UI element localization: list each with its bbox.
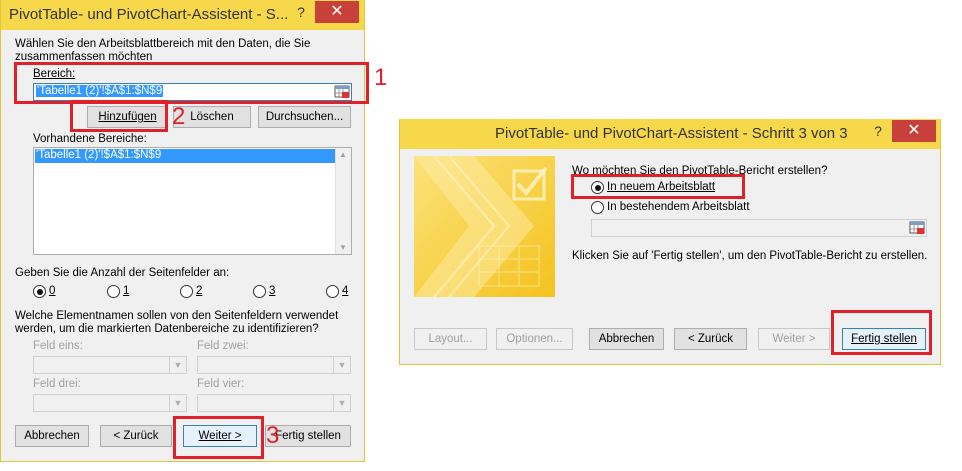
browse-button[interactable]: Durchsuchen... <box>258 106 351 128</box>
options-button-label: Optionen... <box>506 333 563 345</box>
back-button-label: < Zurück <box>113 430 159 442</box>
page-field-label-2: 2 <box>196 285 203 297</box>
field-three-combo[interactable]: ▼ <box>33 394 187 412</box>
page-field-radio-0[interactable] <box>33 285 46 298</box>
item-names-line-1: Welche Elementnamen sollen von den Seite… <box>15 310 339 322</box>
page-field-radio-1[interactable] <box>107 285 120 298</box>
field-one-combo[interactable]: ▼ <box>33 356 187 374</box>
page-field-label-4: 4 <box>342 285 349 297</box>
field-one-label: Feld eins: <box>33 340 83 352</box>
back-button[interactable]: < Zurück <box>100 425 172 447</box>
chevron-down-icon: ▼ <box>169 357 186 373</box>
next-button[interactable]: Weiter > <box>758 328 830 350</box>
back-button-label: < Zurück <box>687 333 734 345</box>
annotation-number-1: 1 <box>374 64 388 91</box>
highlight-box-next <box>173 416 264 459</box>
field-three-label: Feld drei: <box>33 378 81 390</box>
layout-button[interactable]: Layout... <box>414 328 487 350</box>
next-button-label: Weiter > <box>772 333 816 345</box>
dialog2-title-bar[interactable]: PivotTable- und PivotChart-Assistent - S… <box>400 119 940 149</box>
wizard-graphic <box>414 155 555 298</box>
highlight-box-finish <box>831 310 932 355</box>
instruction-line-1: Wählen Sie den Arbeitsblattbereich mit d… <box>15 38 311 50</box>
list-scrollbar[interactable]: ▲ ▼ <box>335 148 351 254</box>
dialog1-title-bar[interactable]: PivotTable- und PivotChart-Assistent - S… <box>1 0 364 30</box>
existing-sheet-radio[interactable] <box>591 201 604 214</box>
page-field-radio-3[interactable] <box>253 285 266 298</box>
item-names-line-2: werden, um die markierten Datenbereiche … <box>15 323 319 335</box>
list-item[interactable]: 'Tabelle1 (2)'!$A$1:$N$9 <box>35 149 335 163</box>
delete-range-button-label: Löschen <box>190 111 234 123</box>
chevron-down-icon: ▼ <box>333 395 350 411</box>
help-icon[interactable]: ? <box>868 120 888 142</box>
field-two-combo[interactable]: ▼ <box>197 356 351 374</box>
dialog1-title: PivotTable- und PivotChart-Assistent - S… <box>9 6 289 23</box>
page-field-label-0: 0 <box>49 285 56 297</box>
cancel-button[interactable]: Abbrechen <box>15 425 89 447</box>
range-picker-icon[interactable] <box>909 221 925 235</box>
highlight-box-range <box>14 62 369 104</box>
options-button[interactable]: Optionen... <box>496 328 573 350</box>
chevron-down-icon: ▼ <box>169 395 186 411</box>
highlight-box-add <box>70 100 168 132</box>
field-four-label: Feld vier: <box>197 378 245 390</box>
page-field-radio-2[interactable] <box>180 285 193 298</box>
field-four-combo[interactable]: ▼ <box>197 394 351 412</box>
annotation-number-3: 3 <box>266 422 280 449</box>
scroll-up-icon[interactable]: ▲ <box>339 150 347 159</box>
scroll-down-icon[interactable]: ▼ <box>339 243 347 252</box>
highlight-box-new-sheet <box>571 174 745 199</box>
page-field-radio-4[interactable] <box>326 285 339 298</box>
page-fields-label: Geben Sie die Anzahl der Seitenfelder an… <box>15 267 230 279</box>
back-button[interactable]: < Zurück <box>674 328 747 350</box>
cancel-button[interactable]: Abbrechen <box>589 328 664 350</box>
existing-sheet-label: In bestehendem Arbeitsblatt <box>607 201 750 213</box>
existing-ranges-list[interactable]: 'Tabelle1 (2)'!$A$1:$N$9 ▲ ▼ <box>33 147 352 255</box>
finish-button-label: Fertig stellen <box>275 430 341 442</box>
browse-button-label: Durchsuchen... <box>265 111 344 123</box>
page-field-label-1: 1 <box>123 285 130 297</box>
layout-button-label: Layout... <box>428 333 473 345</box>
close-icon[interactable]: ✕ <box>315 1 359 23</box>
existing-ranges-label: Vorhandene Bereiche: <box>33 133 147 145</box>
annotation-number-2: 2 <box>172 103 186 130</box>
cancel-button-label: Abbrechen <box>24 430 80 442</box>
help-icon[interactable]: ? <box>291 1 311 23</box>
close-icon[interactable]: ✕ <box>892 120 936 142</box>
existing-sheet-location-input[interactable] <box>591 219 927 237</box>
chevron-down-icon: ▼ <box>333 357 350 373</box>
cancel-button-label: Abbrechen <box>598 333 655 345</box>
field-two-label: Feld zwei: <box>197 340 249 352</box>
dialog2-title: PivotTable- und PivotChart-Assistent - S… <box>495 125 848 142</box>
finish-hint: Klicken Sie auf 'Fertig stellen', um den… <box>572 250 928 262</box>
page-field-label-3: 3 <box>269 285 276 297</box>
